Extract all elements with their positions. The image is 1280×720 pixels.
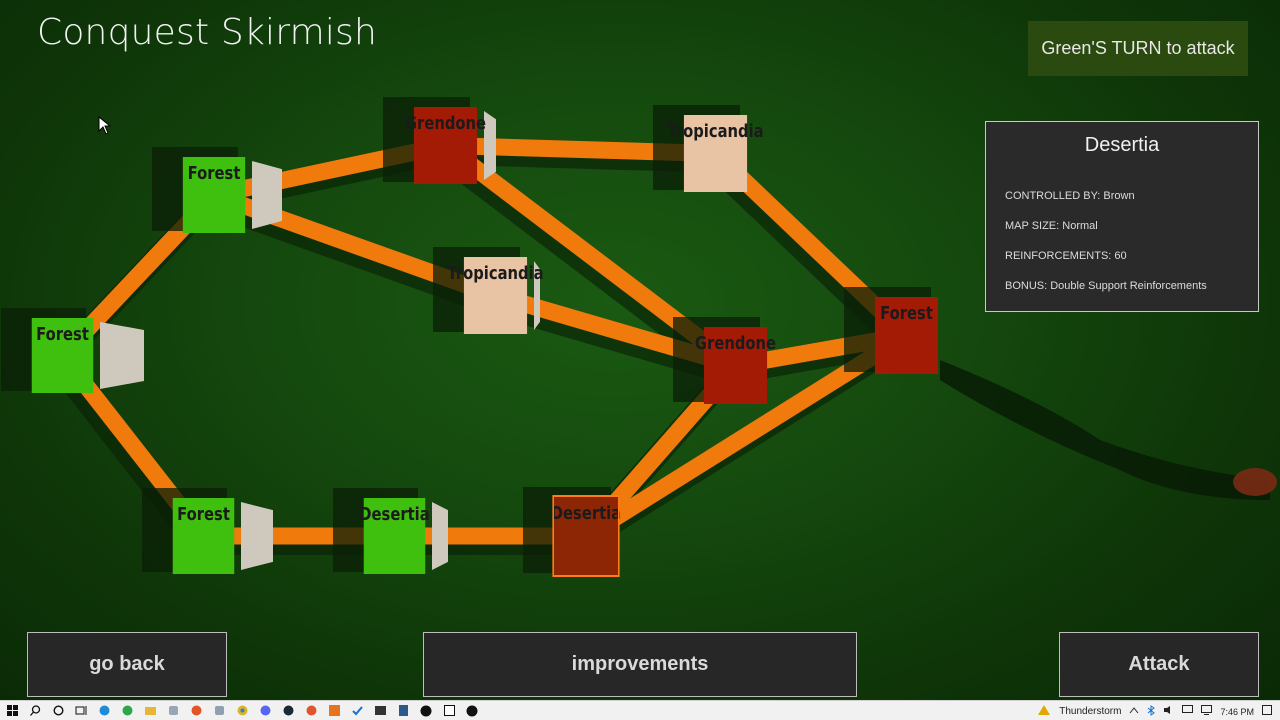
tile-side — [241, 502, 273, 570]
network-icon[interactable] — [1201, 705, 1213, 718]
territory-name-label: Tropicandia — [447, 257, 544, 334]
territory-name-label: Tropicandia — [667, 115, 764, 192]
territory-name-label: Forest — [874, 297, 939, 374]
folder-icon[interactable] — [144, 705, 156, 717]
territory-tile[interactable]: Grendone — [383, 97, 496, 184]
territory-tile[interactable]: Forest — [152, 147, 282, 233]
territory-name-label: Grendone — [405, 107, 486, 184]
tile-side — [432, 502, 448, 570]
discord-icon[interactable] — [259, 705, 271, 717]
territory-name-label: Grendone — [695, 327, 776, 404]
territory-info-panel: Desertia CONTROLLED BY: Brown MAP SIZE: … — [985, 121, 1259, 312]
territory-map — [47, 137, 1277, 555]
app-icon[interactable] — [328, 705, 340, 717]
taskbar: Thunderstorm 7:46 PM — [0, 700, 1280, 720]
territory-name-label: Forest — [172, 498, 235, 574]
task-view-icon[interactable] — [75, 705, 87, 717]
weather-icon[interactable] — [1037, 704, 1051, 719]
controlled-by: CONTROLLED BY: Brown — [1005, 190, 1135, 202]
app-icon[interactable] — [213, 705, 225, 717]
app-icon[interactable] — [374, 705, 386, 717]
monitor-icon[interactable] — [1182, 705, 1194, 718]
edge-icon[interactable] — [98, 705, 110, 717]
reinforcements: REINFORCEMENTS: 60 — [1005, 250, 1127, 262]
territory-name: Desertia — [1084, 134, 1160, 156]
notifications-icon[interactable] — [1262, 705, 1272, 718]
weather-label[interactable]: Thunderstorm — [1059, 706, 1121, 717]
territory-tile[interactable]: Desertia — [333, 488, 448, 574]
firefox-icon[interactable] — [190, 705, 202, 717]
system-tray: Thunderstorm 7:46 PM — [1037, 704, 1272, 719]
cortana-icon[interactable] — [52, 705, 64, 717]
tile-side — [100, 322, 144, 389]
checkmark-icon[interactable] — [351, 705, 363, 717]
territory-tile[interactable]: Forest — [1, 308, 144, 393]
territory-tile[interactable]: Desertia — [523, 487, 625, 577]
territory-tile[interactable]: Grendone — [673, 317, 776, 404]
territory-name-label: Desertia — [551, 495, 621, 577]
unreal-icon[interactable] — [420, 705, 432, 717]
volume-icon[interactable] — [1163, 705, 1174, 718]
territory-tile[interactable]: Forest — [142, 488, 273, 574]
chevron-up-icon[interactable] — [1129, 706, 1139, 717]
search-icon[interactable] — [29, 705, 41, 717]
app-icon[interactable] — [305, 705, 317, 717]
territory-tile[interactable]: Forest — [844, 287, 945, 374]
tile-side — [252, 161, 282, 229]
chrome-icon[interactable] — [236, 705, 248, 717]
app-icon[interactable] — [121, 705, 133, 717]
territory-tile[interactable]: Tropicandia — [433, 247, 544, 334]
windows-start-icon[interactable] — [6, 705, 18, 717]
territory-name-label: Forest — [31, 318, 94, 393]
bluetooth-icon[interactable] — [1147, 704, 1156, 719]
bonus: BONUS: Double Support Reinforcements — [1005, 280, 1207, 292]
improvements-button[interactable]: improvements — [423, 632, 857, 697]
go-back-button[interactable]: go back — [27, 632, 227, 697]
territory-tile[interactable]: Tropicandia — [653, 105, 764, 192]
app-icon[interactable] — [167, 705, 179, 717]
map-size: MAP SIZE: Normal — [1005, 220, 1098, 232]
clock[interactable]: 7:46 PM — [1220, 707, 1254, 717]
territory-name-label: Forest — [182, 157, 246, 233]
attack-button[interactable]: Attack — [1059, 632, 1259, 697]
unreal-icon[interactable] — [466, 705, 478, 717]
steam-icon[interactable] — [282, 705, 294, 717]
app-icon[interactable] — [397, 705, 409, 717]
territory-name-label: Desertia — [359, 498, 430, 574]
notion-icon[interactable] — [443, 705, 455, 717]
